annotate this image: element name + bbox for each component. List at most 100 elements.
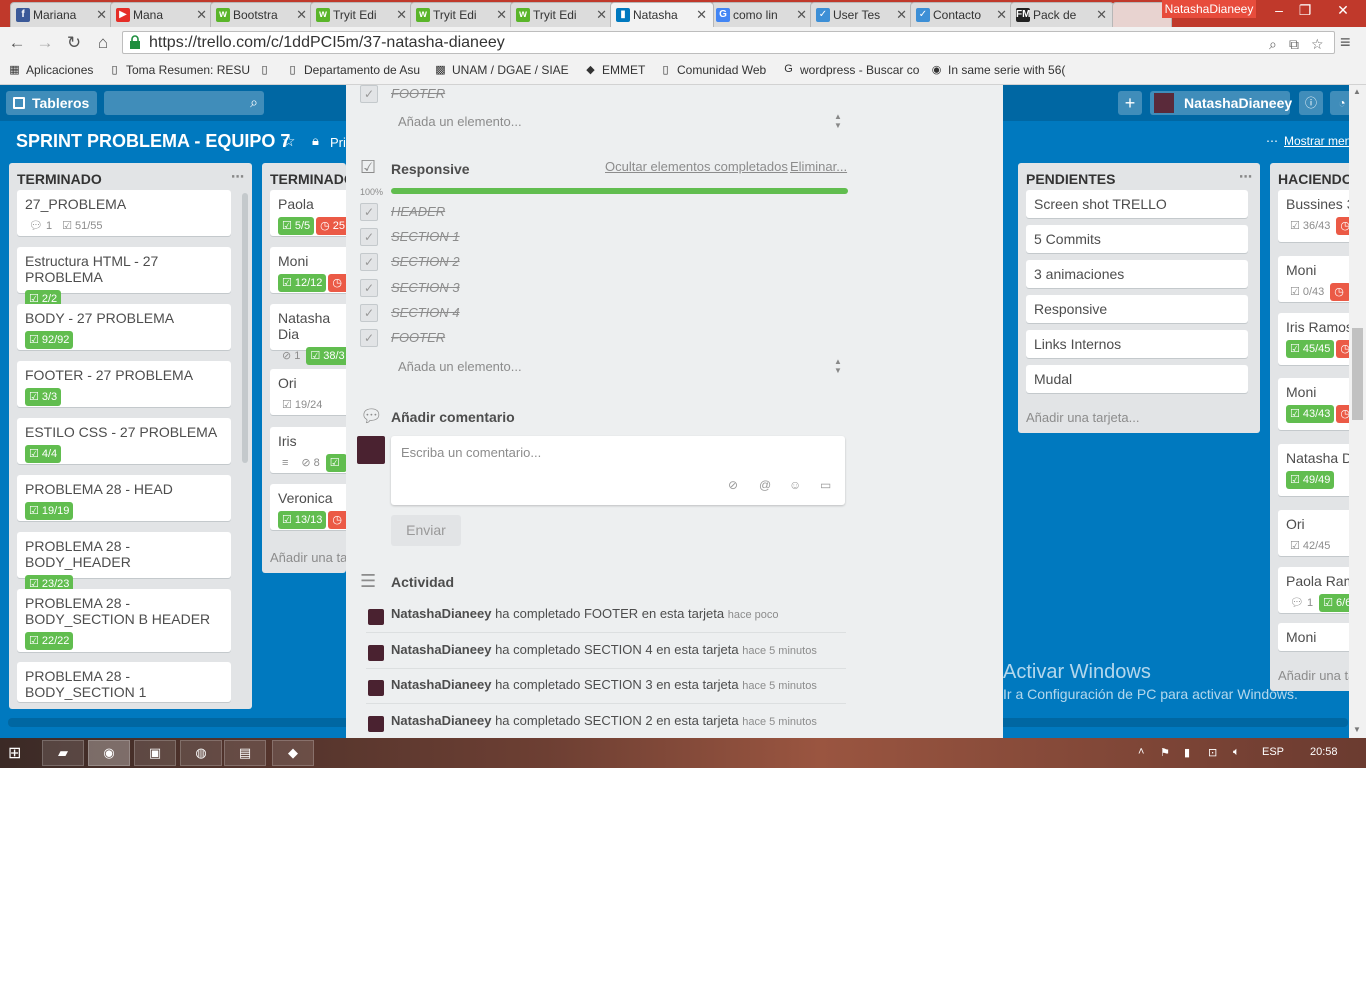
avatar[interactable] bbox=[368, 644, 384, 661]
chrome-menu-icon[interactable]: ≡ bbox=[1340, 32, 1351, 53]
checkbox-checked-icon[interactable]: ✓ bbox=[360, 228, 378, 247]
star-icon[interactable]: ☆ bbox=[282, 132, 295, 150]
tab-close-icon[interactable]: ✕ bbox=[996, 7, 1007, 23]
list-title[interactable]: TERMINADO ⋯ bbox=[9, 163, 252, 193]
card[interactable]: Screen shot TRELLO bbox=[1026, 190, 1248, 218]
app-window-icon[interactable]: ▣ bbox=[134, 740, 176, 766]
bookmark-item[interactable]: ▦ Aplicaciones bbox=[8, 63, 93, 77]
forward-icon[interactable]: → bbox=[34, 32, 56, 54]
card[interactable]: FOOTER - 27 PROBLEMA ☑ 3/3 bbox=[17, 361, 231, 407]
git-icon[interactable]: ◆ bbox=[272, 740, 314, 766]
list-title[interactable]: PENDIENTES ⋯ bbox=[1018, 163, 1260, 193]
activity-user[interactable]: NatashaDianeey bbox=[391, 677, 491, 692]
add-icon[interactable]: + bbox=[1118, 91, 1142, 115]
tab-close-icon[interactable]: ✕ bbox=[496, 7, 507, 23]
avatar[interactable] bbox=[368, 715, 384, 732]
activity-user[interactable]: NatashaDianeey bbox=[391, 606, 491, 621]
card[interactable]: Iris ≡ ⊘ 8 ☑ bbox=[270, 427, 346, 473]
show-menu-link[interactable]: ⋯ Mostrar menú bbox=[1266, 134, 1358, 148]
activity-time[interactable]: hace 5 minutos bbox=[742, 716, 817, 728]
browser-tab[interactable]: Gcomo lin ✕ bbox=[710, 2, 814, 27]
scrollbar-thumb[interactable] bbox=[1352, 328, 1363, 420]
list-menu-icon[interactable]: ⋯ bbox=[231, 169, 244, 185]
card[interactable]: Estructura HTML - 27 PROBLEMA ☑ 2/2 bbox=[17, 247, 231, 308]
card[interactable]: Moni ☑ 12/12 ◷ bbox=[270, 247, 346, 293]
page-scrollbar[interactable]: ▲ ▼ bbox=[1349, 85, 1366, 738]
checklist-title[interactable]: Responsive bbox=[391, 161, 470, 177]
browser-tab[interactable]: w Tryit Edi ✕ bbox=[510, 2, 614, 27]
profile-chip[interactable]: NatashaDianeey bbox=[1162, 0, 1256, 18]
checkbox-checked-icon[interactable]: ✓ bbox=[360, 203, 378, 221]
tab-close-icon[interactable]: ✕ bbox=[296, 7, 307, 23]
add-card-link[interactable]: Añadir una ta bbox=[1278, 668, 1355, 683]
home-icon[interactable]: ⌂ bbox=[92, 32, 114, 54]
zoom-icon[interactable]: ⌕ bbox=[1269, 34, 1277, 55]
bookmark-item[interactable]: ▯ Toma Resumen: RESU bbox=[108, 63, 250, 77]
hide-completed-link[interactable]: Ocultar elementos completados bbox=[605, 159, 788, 174]
mention-icon[interactable]: @ bbox=[759, 478, 771, 492]
activity-time[interactable]: hace 5 minutos bbox=[742, 645, 817, 657]
comment-input[interactable]: Escriba un comentario... ⊘ @ ☺ ▭ bbox=[391, 436, 845, 505]
back-icon[interactable]: ← bbox=[6, 32, 28, 54]
tab-close-icon[interactable]: ✕ bbox=[1096, 7, 1107, 23]
add-item-input[interactable]: Añada un elemento... bbox=[398, 359, 522, 374]
address-bar[interactable]: https://trello.com/c/1ddPCI5m/37-natasha… bbox=[122, 31, 1335, 54]
emoji-icon[interactable]: ☺ bbox=[789, 478, 801, 492]
tray-expand-icon[interactable]: ˄ bbox=[1138, 746, 1144, 758]
tab-close-icon[interactable]: ✕ bbox=[696, 7, 707, 23]
browser-tab[interactable]: ▮ Natasha ✕ bbox=[610, 2, 714, 27]
bookmark-item[interactable]: ▩ UNAM / DGAE / SIAE bbox=[434, 63, 568, 77]
browser-tab[interactable]: f Mariana ✕ bbox=[10, 2, 114, 27]
activity-time[interactable]: hace 5 minutos bbox=[742, 680, 817, 692]
add-card-link[interactable]: Añadir una ta bbox=[270, 550, 346, 565]
card[interactable]: 5 Commits bbox=[1026, 225, 1248, 253]
card[interactable]: Natasha Dia ⊘ 1 ☑ 38/3 bbox=[270, 304, 346, 365]
activity-user[interactable]: NatashaDianeey bbox=[391, 642, 491, 657]
visibility-label[interactable]: Pri bbox=[330, 135, 346, 150]
bookmark-item[interactable]: ▯ Departamento de Asu bbox=[286, 63, 420, 77]
browser-tab[interactable]: ✓ User Tes ✕ bbox=[810, 2, 914, 27]
checkbox-checked-icon[interactable]: ✓ bbox=[360, 253, 378, 272]
card[interactable]: 3 animaciones bbox=[1026, 260, 1248, 288]
card[interactable]: Ori ☑ 19/24 bbox=[270, 369, 346, 415]
close-window-icon[interactable]: ✕ bbox=[1320, 0, 1366, 20]
scroll-down-icon[interactable]: ▼ bbox=[1353, 725, 1361, 734]
attachment-icon[interactable]: ⊘ bbox=[728, 478, 738, 492]
list-menu-icon[interactable]: ⋯ bbox=[1239, 169, 1252, 185]
browser-tab[interactable]: ▶ Mana ✕ bbox=[110, 2, 214, 27]
activity-user[interactable]: NatashaDianeey bbox=[391, 713, 491, 728]
browser-tab[interactable]: w Tryit Edi ✕ bbox=[410, 2, 514, 27]
board-search-input[interactable]: ⌕ bbox=[104, 91, 264, 115]
add-item-input[interactable]: Añada un elemento... bbox=[398, 114, 522, 129]
avatar[interactable] bbox=[368, 680, 384, 696]
bookmark-item[interactable]: Gwordpress - Buscar co bbox=[782, 63, 919, 77]
send-button[interactable]: Enviar bbox=[391, 515, 461, 546]
delete-checklist-link[interactable]: Eliminar... bbox=[790, 159, 847, 174]
app-window-icon[interactable]: ▤ bbox=[224, 740, 266, 766]
bookmark-item[interactable]: ◆ EMMET bbox=[584, 63, 645, 77]
card[interactable]: Paola ☑ 5/5 ◷ 25 bbox=[270, 190, 346, 236]
card[interactable]: PROBLEMA 28 - BODY_SECTION B HEADER ☑ 22/2… bbox=[17, 589, 231, 652]
checkbox-checked-icon[interactable]: ✓ bbox=[360, 85, 378, 103]
card[interactable]: PROBLEMA 28 - BODY_SECTION 1 bbox=[17, 662, 231, 702]
info-icon[interactable]: ⓘ bbox=[1299, 91, 1323, 115]
network-icon[interactable]: ⊡ bbox=[1208, 746, 1217, 759]
language-indicator[interactable]: ESP bbox=[1262, 746, 1284, 758]
browser-tab[interactable]: w Bootstra ✕ bbox=[210, 2, 314, 27]
checkbox-checked-icon[interactable]: ✓ bbox=[360, 329, 378, 347]
card[interactable]: BODY - 27 PROBLEMA ☑ 92/92 bbox=[17, 304, 231, 350]
card[interactable]: PROBLEMA 28 - BODY_HEADER ☑ 23/23 bbox=[17, 532, 231, 593]
browser-tab[interactable]: w Tryit Edi ✕ bbox=[310, 2, 414, 27]
tab-close-icon[interactable]: ✕ bbox=[196, 7, 207, 23]
card[interactable]: Veronica ☑ 13/13 ◷ bbox=[270, 484, 346, 530]
tab-close-icon[interactable]: ✕ bbox=[96, 7, 107, 23]
tab-close-icon[interactable]: ✕ bbox=[896, 7, 907, 23]
private-lock-icon[interactable]: 🔒︎ bbox=[312, 133, 319, 149]
board-title[interactable]: SPRINT PROBLEMA - EQUIPO 7 bbox=[16, 131, 290, 152]
activity-time[interactable]: hace poco bbox=[728, 609, 779, 621]
reload-icon[interactable]: ↻ bbox=[63, 32, 85, 54]
member-button[interactable]: NatashaDianeey bbox=[1150, 91, 1292, 115]
list-title[interactable]: TERMINADO bbox=[262, 163, 346, 193]
checkbox-checked-icon[interactable]: ✓ bbox=[360, 303, 378, 322]
scroll-up-icon[interactable]: ▲ bbox=[1353, 87, 1361, 96]
